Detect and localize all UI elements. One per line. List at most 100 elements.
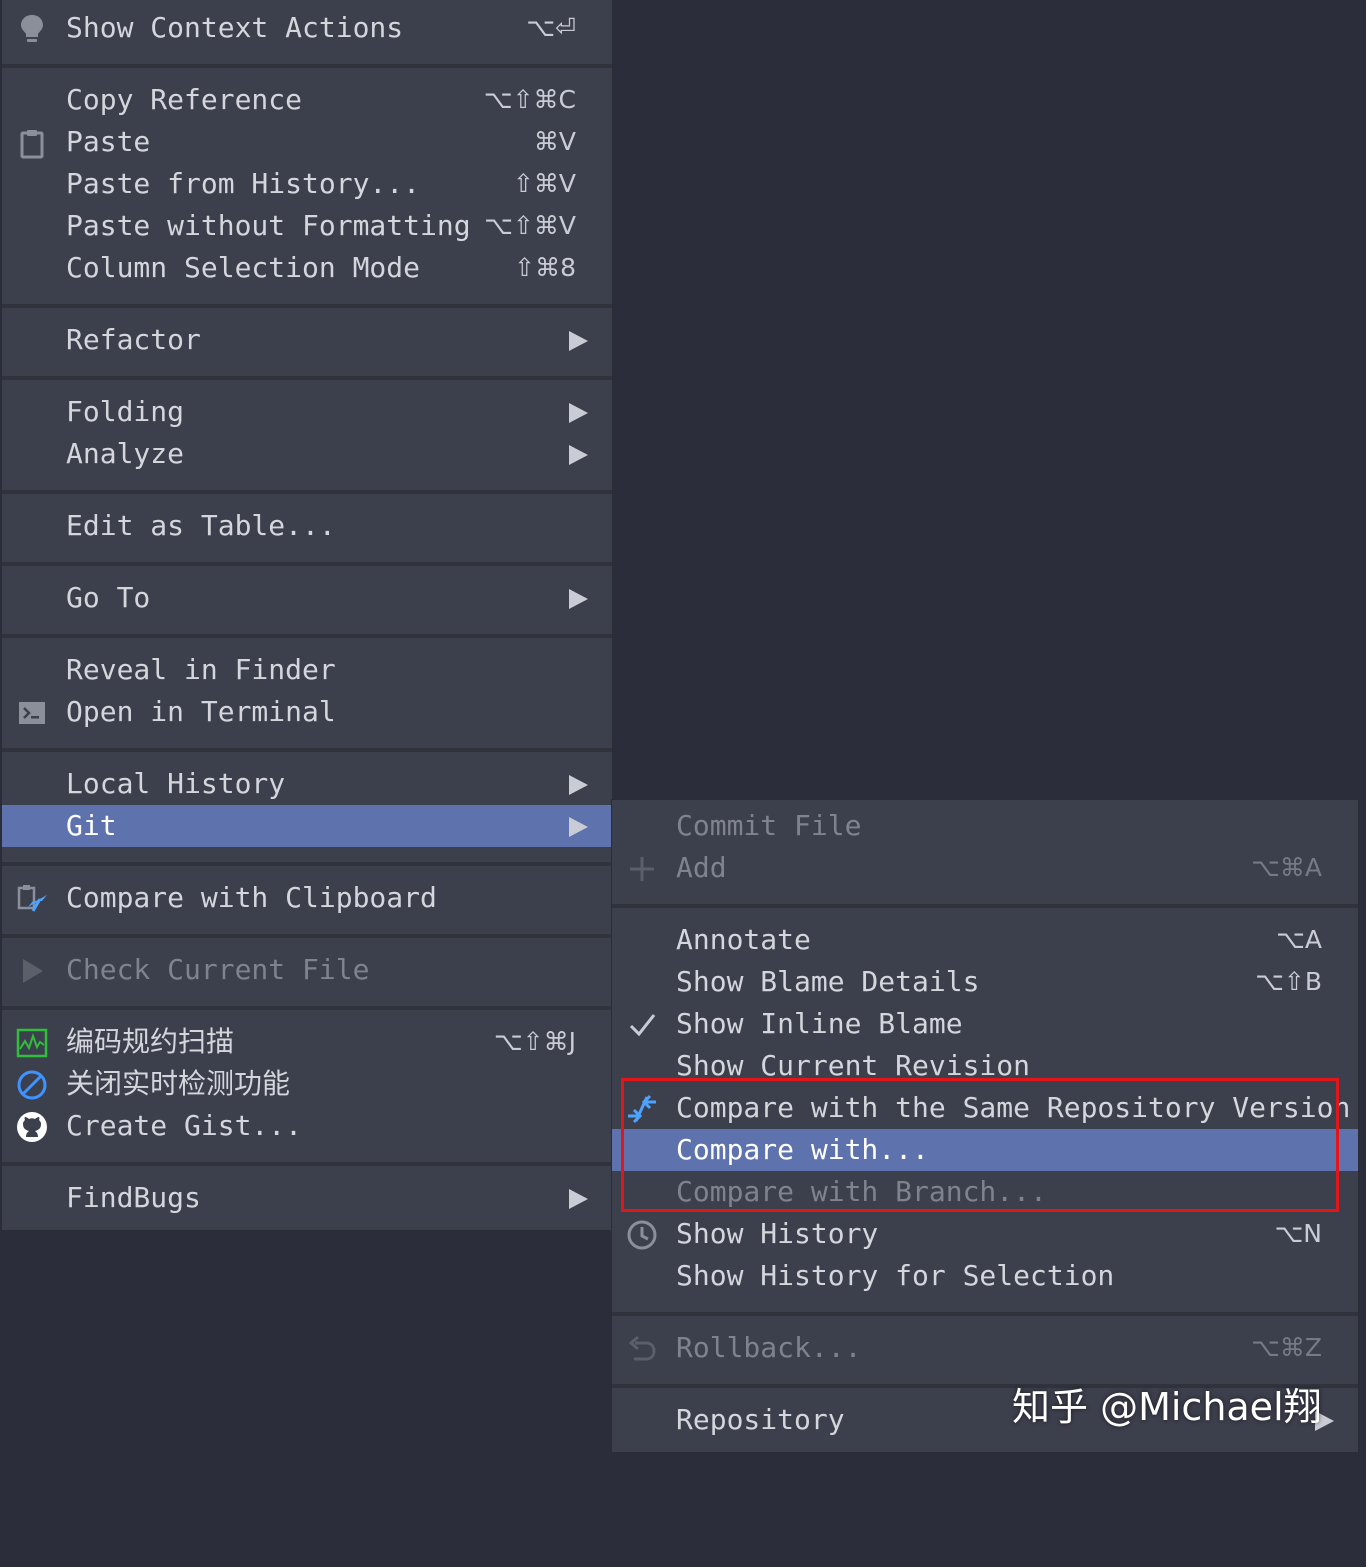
menu-item-label: Git [66, 809, 117, 842]
menu-item-show-inline-blame[interactable]: Show Inline Blame [612, 1003, 1358, 1045]
menu-item-edit-as-table[interactable]: Edit as Table... [2, 505, 612, 547]
menu-item-label: Paste from History... [66, 167, 421, 200]
menu-item-shortcut: ⌥⇧⌘J [493, 1027, 576, 1056]
menu-item-copy-reference[interactable]: Copy Reference ⌥⇧⌘C [2, 79, 612, 121]
menu-item-label: Edit as Table... [66, 509, 336, 542]
menu-item-label: Copy Reference [66, 83, 303, 116]
menu-item-shortcut: ⌥⌘A [1251, 853, 1322, 882]
menu-separator [2, 1162, 612, 1166]
menu-item-paste-without-formatting[interactable]: Paste without Formatting ⌥⇧⌘V [2, 205, 612, 247]
play-icon [23, 959, 43, 983]
menu-item-paste-from-history[interactable]: Paste from History... ⇧⌘V [2, 163, 612, 205]
submenu-arrow-icon [569, 445, 588, 465]
menu-separator [2, 64, 612, 68]
menu-item-analyze[interactable]: Analyze [2, 433, 612, 475]
menu-item-label: Repository [676, 1403, 845, 1436]
menu-item-label: FindBugs [66, 1181, 201, 1214]
menu-item-refactor[interactable]: Refactor [2, 319, 612, 361]
menu-item-shortcut: ⇧⌘V [512, 169, 576, 198]
menu-item-label: Paste [66, 125, 151, 158]
menu-item-label: Paste without Formatting [66, 209, 471, 242]
menu-item-paste[interactable]: Paste ⌘V [2, 121, 612, 163]
github-icon [17, 1112, 47, 1142]
menu-item-add[interactable]: Add ⌥⌘A [612, 847, 1358, 889]
menu-item-show-current-revision[interactable]: Show Current Revision [612, 1045, 1358, 1087]
menu-item-label: Show Inline Blame [676, 1007, 963, 1040]
menu-item-shortcut: ⌥⇧⌘C [483, 85, 576, 114]
menu-item-code-scan[interactable]: 编码规约扫描 ⌥⇧⌘J [2, 1021, 612, 1063]
menu-item-commit-file[interactable]: Commit File [612, 805, 1358, 847]
menu-item-check-current-file[interactable]: Check Current File [2, 949, 612, 991]
menu-item-label: Check Current File [66, 953, 370, 986]
menu-item-shortcut: ⌥⇧⌘V [484, 211, 576, 240]
menu-item-shortcut: ⇧⌘8 [514, 253, 576, 282]
git-submenu: Commit File Add ⌥⌘A Annotate ⌥A Show Bla… [612, 800, 1358, 1452]
menu-item-show-blame-details[interactable]: Show Blame Details ⌥⇧B [612, 961, 1358, 1003]
menu-item-rollback[interactable]: Rollback... ⌥⌘Z [612, 1327, 1358, 1369]
menu-separator [2, 562, 612, 566]
menu-item-label: 关闭实时检测功能 [66, 1067, 291, 1100]
menu-item-show-context-actions[interactable]: Show Context Actions ⌥⏎ [2, 7, 612, 49]
menu-separator [2, 304, 612, 308]
menu-item-findbugs[interactable]: FindBugs [2, 1177, 612, 1219]
menu-separator [2, 634, 612, 638]
menu-item-label: Compare with Clipboard [66, 881, 437, 914]
menu-item-shortcut: ⌥⏎ [526, 13, 576, 42]
menu-item-label: Commit File [676, 809, 862, 842]
submenu-arrow-icon [569, 403, 588, 423]
menu-item-label: Compare with... [676, 1133, 929, 1166]
menu-item-label: Analyze [66, 437, 185, 470]
menu-item-create-gist[interactable]: Create Gist... [2, 1105, 612, 1147]
compare-arrows-icon [628, 1094, 656, 1124]
submenu-arrow-icon [569, 775, 588, 795]
menu-item-show-history[interactable]: Show History ⌥N [612, 1213, 1358, 1255]
menu-item-label: Compare with the Same Repository Version [676, 1091, 1351, 1124]
menu-item-label: Reveal in Finder [66, 653, 336, 686]
menu-item-compare-with[interactable]: Compare with... [612, 1129, 1358, 1171]
menu-item-label: Show History [676, 1217, 879, 1250]
menu-item-annotate[interactable]: Annotate ⌥A [612, 919, 1358, 961]
menu-separator [2, 490, 612, 494]
submenu-arrow-icon [569, 1189, 588, 1209]
menu-item-label: Add [676, 851, 727, 884]
clock-icon [627, 1220, 657, 1250]
submenu-arrow-icon [569, 331, 588, 351]
menu-item-label: Local History [66, 767, 286, 800]
menu-item-git[interactable]: Git [2, 805, 612, 847]
lightbulb-icon [21, 15, 43, 42]
menu-item-label: Show History for Selection [676, 1259, 1115, 1292]
menu-item-label: Open in Terminal [66, 695, 336, 728]
menu-item-label: Show Context Actions [66, 11, 404, 44]
menu-item-label: Folding [66, 395, 185, 428]
menu-item-local-history[interactable]: Local History [2, 763, 612, 805]
terminal-icon [19, 702, 45, 724]
menu-item-label: Show Current Revision [676, 1049, 1031, 1082]
menu-item-label: Create Gist... [66, 1109, 303, 1142]
menu-item-shortcut: ⌥N [1274, 1219, 1322, 1248]
submenu-arrow-icon [569, 817, 588, 837]
clipboard-icon [20, 130, 44, 159]
menu-item-compare-with-branch[interactable]: Compare with Branch... [612, 1171, 1358, 1213]
menu-item-label: Go To [66, 581, 151, 614]
menu-item-column-selection-mode[interactable]: Column Selection Mode ⇧⌘8 [2, 247, 612, 289]
menu-item-go-to[interactable]: Go To [2, 577, 612, 619]
menu-item-compare-with-clipboard[interactable]: Compare with Clipboard [2, 877, 612, 919]
menu-item-label: Refactor [66, 323, 201, 356]
scan-chart-icon [16, 1028, 48, 1058]
menu-separator [2, 376, 612, 380]
submenu-arrow-icon [569, 589, 588, 609]
menu-item-show-history-for-selection[interactable]: Show History for Selection [612, 1255, 1358, 1297]
menu-item-folding[interactable]: Folding [2, 391, 612, 433]
menu-item-compare-same-repo-version[interactable]: Compare with the Same Repository Version [612, 1087, 1358, 1129]
menu-separator [2, 1006, 612, 1010]
plus-icon [630, 857, 654, 881]
checkmark-icon [629, 1014, 656, 1037]
menu-separator [612, 904, 1358, 908]
editor-context-menu: Show Context Actions ⌥⏎ Copy Reference ⌥… [2, 0, 612, 1230]
menu-item-disable-realtime-check[interactable]: 关闭实时检测功能 [2, 1063, 612, 1105]
watermark-text: 知乎 @Michael翔 [1012, 1385, 1322, 1429]
menu-item-label: Rollback... [676, 1331, 862, 1364]
menu-item-reveal-in-finder[interactable]: Reveal in Finder [2, 649, 612, 691]
menu-item-label: Column Selection Mode [66, 251, 421, 284]
menu-item-open-in-terminal[interactable]: Open in Terminal [2, 691, 612, 733]
